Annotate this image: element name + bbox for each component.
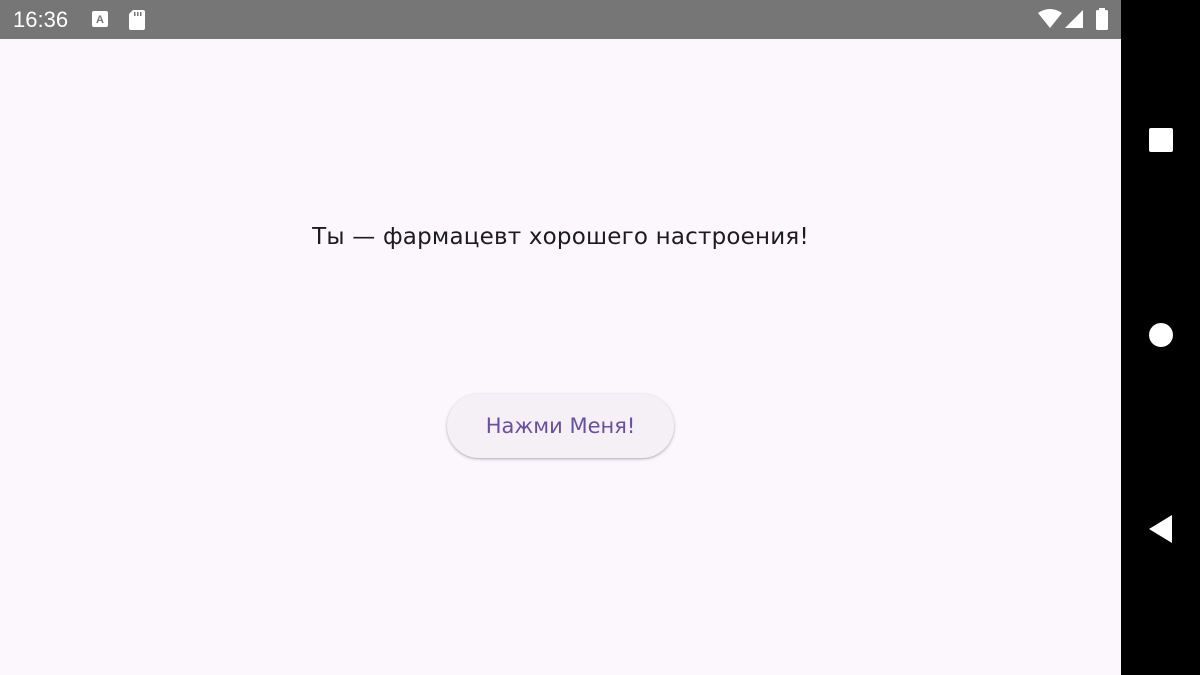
recents-button[interactable] [1145,126,1177,158]
svg-text:A: A [96,14,104,26]
status-time: 16:36 [13,7,69,32]
recents-square-icon [1148,127,1174,158]
mood-message: Ты — фармацевт хорошего настроения! [312,224,809,250]
keyboard-a-icon: A [91,10,109,33]
cell-signal-icon [1064,9,1084,34]
press-me-button[interactable]: Нажми Меня! [447,394,674,458]
back-triangle-icon [1148,514,1174,549]
app-screen: 16:36 A Ты — фармацевт хорошего настроен… [0,0,1200,675]
navigation-bar [1121,0,1200,675]
sd-card-icon [129,10,145,35]
back-button[interactable] [1145,514,1177,549]
home-circle-icon [1148,322,1174,353]
status-bar: 16:36 A [0,0,1121,39]
battery-icon [1095,8,1109,35]
wifi-icon [1038,9,1062,34]
home-button[interactable] [1145,321,1177,353]
